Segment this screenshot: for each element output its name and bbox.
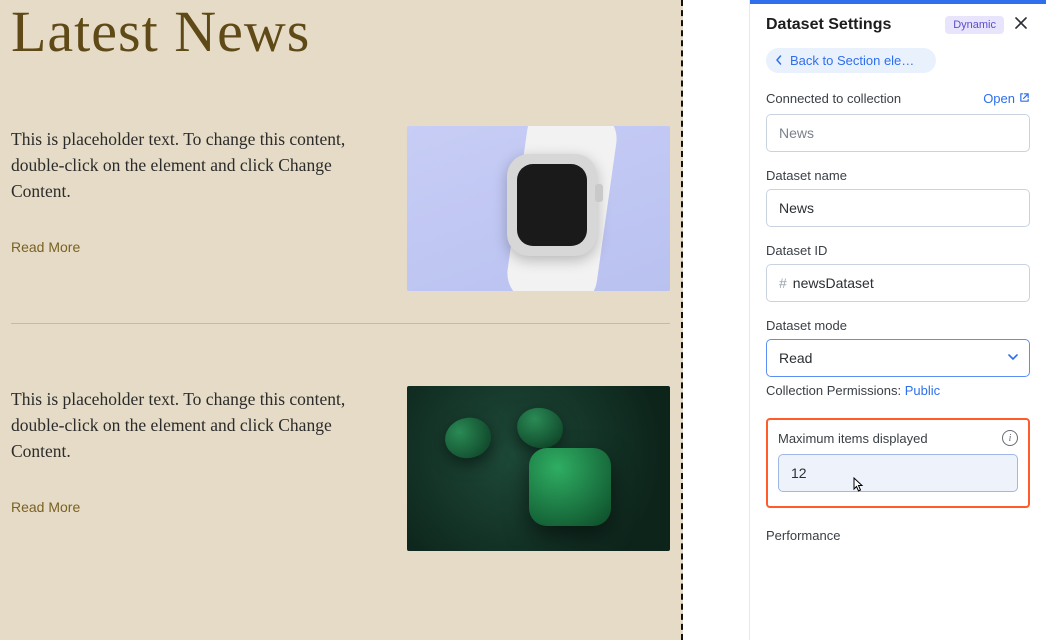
permissions-label: Collection Permissions: (766, 383, 905, 398)
news-description[interactable]: This is placeholder text. To change this… (11, 126, 351, 205)
dataset-settings-panel: Dataset Settings Dynamic Back to Section… (749, 0, 1046, 640)
dataset-name-field: Dataset name News (766, 168, 1030, 227)
open-collection-link[interactable]: Open (983, 91, 1030, 106)
open-label: Open (983, 91, 1015, 106)
chevron-down-icon (1007, 350, 1019, 366)
dataset-id-label: Dataset ID (766, 243, 1030, 258)
panel-header: Dataset Settings Dynamic (750, 4, 1046, 48)
dataset-mode-value: Read (779, 350, 812, 366)
list-item[interactable]: This is placeholder text. To change this… (11, 323, 670, 583)
dataset-mode-select[interactable]: Read (766, 339, 1030, 377)
news-description[interactable]: This is placeholder text. To change this… (11, 386, 351, 465)
read-more-link[interactable]: Read More (11, 239, 80, 255)
canvas-gap (683, 0, 749, 640)
collection-input-value: News (779, 125, 814, 141)
editor-canvas: Latest News This is placeholder text. To… (0, 0, 683, 640)
close-button[interactable] (1012, 16, 1030, 34)
connected-collection-label: Connected to collection (766, 91, 901, 106)
connected-collection-field: Connected to collection Open News (766, 91, 1030, 152)
read-more-link[interactable]: Read More (11, 499, 80, 515)
chevron-left-icon (774, 53, 784, 68)
list-item[interactable]: This is placeholder text. To change this… (11, 64, 670, 323)
page-title[interactable]: Latest News (11, 0, 670, 64)
close-icon (1015, 16, 1027, 34)
max-items-input[interactable] (778, 454, 1018, 492)
news-image[interactable] (407, 126, 670, 291)
news-image[interactable] (407, 386, 670, 551)
collection-input[interactable]: News (766, 114, 1030, 152)
dataset-name-value: News (779, 200, 814, 216)
dataset-name-input[interactable]: News (766, 189, 1030, 227)
dataset-id-input[interactable]: # newsDataset (766, 264, 1030, 302)
info-icon[interactable]: i (1002, 430, 1018, 446)
dataset-mode-field: Dataset mode Read Collection Permissions… (766, 318, 1030, 398)
back-button[interactable]: Back to Section elem… (766, 48, 936, 73)
panel-title: Dataset Settings (766, 16, 937, 34)
dataset-id-value: newsDataset (793, 275, 874, 291)
collection-permissions: Collection Permissions: Public (766, 383, 1030, 398)
max-items-label: Maximum items displayed (778, 431, 928, 446)
dataset-name-label: Dataset name (766, 168, 1030, 183)
back-label: Back to Section elem… (790, 53, 924, 68)
news-text-block: This is placeholder text. To change this… (11, 386, 367, 517)
hash-prefix: # (779, 275, 787, 291)
news-text-block: This is placeholder text. To change this… (11, 126, 367, 257)
dataset-id-field: Dataset ID # newsDataset (766, 243, 1030, 302)
dynamic-badge[interactable]: Dynamic (945, 16, 1004, 34)
dataset-mode-label: Dataset mode (766, 318, 1030, 333)
max-items-highlight: Maximum items displayed i (766, 418, 1030, 508)
performance-section-label: Performance (750, 528, 1046, 543)
permissions-link[interactable]: Public (905, 383, 940, 398)
external-link-icon (1019, 91, 1030, 106)
